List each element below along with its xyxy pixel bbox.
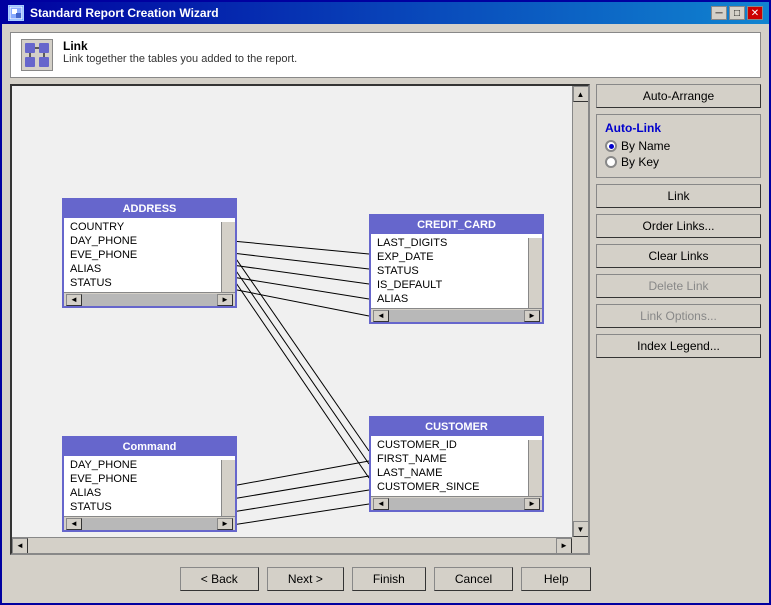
- close-button[interactable]: ✕: [747, 6, 763, 20]
- title-controls: ─ □ ✕: [711, 6, 763, 20]
- by-name-radio[interactable]: [605, 140, 617, 152]
- window-title: Standard Report Creation Wizard: [30, 6, 219, 20]
- scroll-left-btn[interactable]: ◄: [373, 498, 389, 510]
- back-button[interactable]: < Back: [180, 567, 259, 591]
- table-row: STATUS: [64, 276, 235, 290]
- customer-table-header: CUSTOMER: [371, 418, 542, 436]
- canvas-inner: ADDRESS COUNTRY DAY_PHONE EVE_PHONE ALIA…: [12, 86, 572, 537]
- vscroll[interactable]: [221, 460, 235, 516]
- table-row: DAY_PHONE: [64, 458, 235, 472]
- table-row: CUSTOMER_SINCE: [371, 480, 542, 494]
- scroll-left-btn[interactable]: ◄: [12, 538, 28, 554]
- auto-arrange-button[interactable]: Auto-Arrange: [596, 84, 761, 108]
- header-section: Link Link together the tables you added …: [10, 32, 761, 78]
- command-table: Command DAY_PHONE EVE_PHONE ALIAS STATUS…: [62, 436, 237, 532]
- section-title: Link: [63, 39, 297, 53]
- right-panel: Auto-Arrange Auto-Link By Name By Key Li…: [596, 84, 761, 555]
- scroll-right-btn[interactable]: ►: [524, 310, 540, 322]
- scroll-right-btn[interactable]: ►: [217, 518, 233, 530]
- scroll-right-btn[interactable]: ►: [524, 498, 540, 510]
- customer-table-fields: CUSTOMER_ID FIRST_NAME LAST_NAME CUSTOME…: [371, 436, 542, 496]
- help-button[interactable]: Help: [521, 567, 591, 591]
- link-options-button[interactable]: Link Options...: [596, 304, 761, 328]
- command-table-fields: DAY_PHONE EVE_PHONE ALIAS STATUS: [64, 456, 235, 516]
- address-table-fields: COUNTRY DAY_PHONE EVE_PHONE ALIAS STATUS: [64, 218, 235, 292]
- scroll-left-btn[interactable]: ◄: [66, 518, 82, 530]
- table-row: COUNTRY: [64, 220, 235, 234]
- scroll-left-btn[interactable]: ◄: [66, 294, 82, 306]
- vscroll[interactable]: [528, 238, 542, 308]
- order-links-button[interactable]: Order Links...: [596, 214, 761, 238]
- table-row: STATUS: [371, 264, 542, 278]
- table-row: FIRST_NAME: [371, 452, 542, 466]
- canvas-hscroll[interactable]: ◄ ►: [12, 537, 572, 553]
- table-row: EXP_DATE: [371, 250, 542, 264]
- vscroll[interactable]: [528, 440, 542, 496]
- link-button[interactable]: Link: [596, 184, 761, 208]
- window-icon: [8, 5, 24, 21]
- table-row: CUSTOMER_ID: [371, 438, 542, 452]
- main-area: ADDRESS COUNTRY DAY_PHONE EVE_PHONE ALIA…: [10, 84, 761, 555]
- table-row: EVE_PHONE: [64, 472, 235, 486]
- credit-card-table-header: CREDIT_CARD: [371, 216, 542, 234]
- by-key-radio[interactable]: [605, 156, 617, 168]
- table-row: LAST_DIGITS: [371, 236, 542, 250]
- table-row: DAY_PHONE: [64, 234, 235, 248]
- scroll-up-btn[interactable]: ▲: [573, 86, 589, 102]
- auto-link-title: Auto-Link: [605, 121, 752, 135]
- customer-table: CUSTOMER CUSTOMER_ID FIRST_NAME LAST_NAM…: [369, 416, 544, 512]
- footer: < Back Next > Finish Cancel Help: [10, 561, 761, 595]
- header-icon: [21, 39, 53, 71]
- credit-card-table-fields: LAST_DIGITS EXP_DATE STATUS IS_DEFAULT A…: [371, 234, 542, 308]
- credit-card-table: CREDIT_CARD LAST_DIGITS EXP_DATE STATUS …: [369, 214, 544, 324]
- header-text: Link Link together the tables you added …: [63, 39, 297, 65]
- by-name-radio-row[interactable]: By Name: [605, 139, 752, 153]
- maximize-button[interactable]: □: [729, 6, 745, 20]
- table-row: LAST_NAME: [371, 466, 542, 480]
- next-button[interactable]: Next >: [267, 567, 344, 591]
- command-table-header: Command: [64, 438, 235, 456]
- hscroll-track: [82, 294, 217, 306]
- scroll-right-btn[interactable]: ►: [217, 294, 233, 306]
- section-description: Link together the tables you added to th…: [63, 53, 297, 65]
- canvas-area[interactable]: ADDRESS COUNTRY DAY_PHONE EVE_PHONE ALIA…: [10, 84, 590, 555]
- scroll-down-btn[interactable]: ▼: [573, 521, 589, 537]
- hscroll-track: [82, 518, 217, 530]
- table-row: EVE_PHONE: [64, 248, 235, 262]
- title-bar: Standard Report Creation Wizard ─ □ ✕: [2, 2, 769, 24]
- scroll-right-btn[interactable]: ►: [556, 538, 572, 554]
- clear-links-button[interactable]: Clear Links: [596, 244, 761, 268]
- cancel-button[interactable]: Cancel: [434, 567, 513, 591]
- by-name-label: By Name: [621, 139, 670, 153]
- table-row: ALIAS: [371, 292, 542, 306]
- address-table: ADDRESS COUNTRY DAY_PHONE EVE_PHONE ALIA…: [62, 198, 237, 308]
- hscroll-track: [389, 310, 524, 322]
- index-legend-button[interactable]: Index Legend...: [596, 334, 761, 358]
- table-row: ALIAS: [64, 486, 235, 500]
- table-row: ALIAS: [64, 262, 235, 276]
- hscroll-track: [389, 498, 524, 510]
- scroll-left-btn[interactable]: ◄: [373, 310, 389, 322]
- main-window: Standard Report Creation Wizard ─ □ ✕: [0, 0, 771, 605]
- auto-link-group: Auto-Link By Name By Key: [596, 114, 761, 178]
- by-key-radio-row[interactable]: By Key: [605, 155, 752, 169]
- table-row: STATUS: [64, 500, 235, 514]
- by-key-label: By Key: [621, 155, 659, 169]
- address-table-header: ADDRESS: [64, 200, 235, 218]
- minimize-button[interactable]: ─: [711, 6, 727, 20]
- vscroll[interactable]: [221, 222, 235, 292]
- table-row: IS_DEFAULT: [371, 278, 542, 292]
- window-body: Link Link together the tables you added …: [2, 24, 769, 603]
- canvas-vscroll[interactable]: ▲ ▼: [572, 86, 588, 537]
- finish-button[interactable]: Finish: [352, 567, 426, 591]
- delete-link-button[interactable]: Delete Link: [596, 274, 761, 298]
- scroll-corner: [572, 537, 588, 553]
